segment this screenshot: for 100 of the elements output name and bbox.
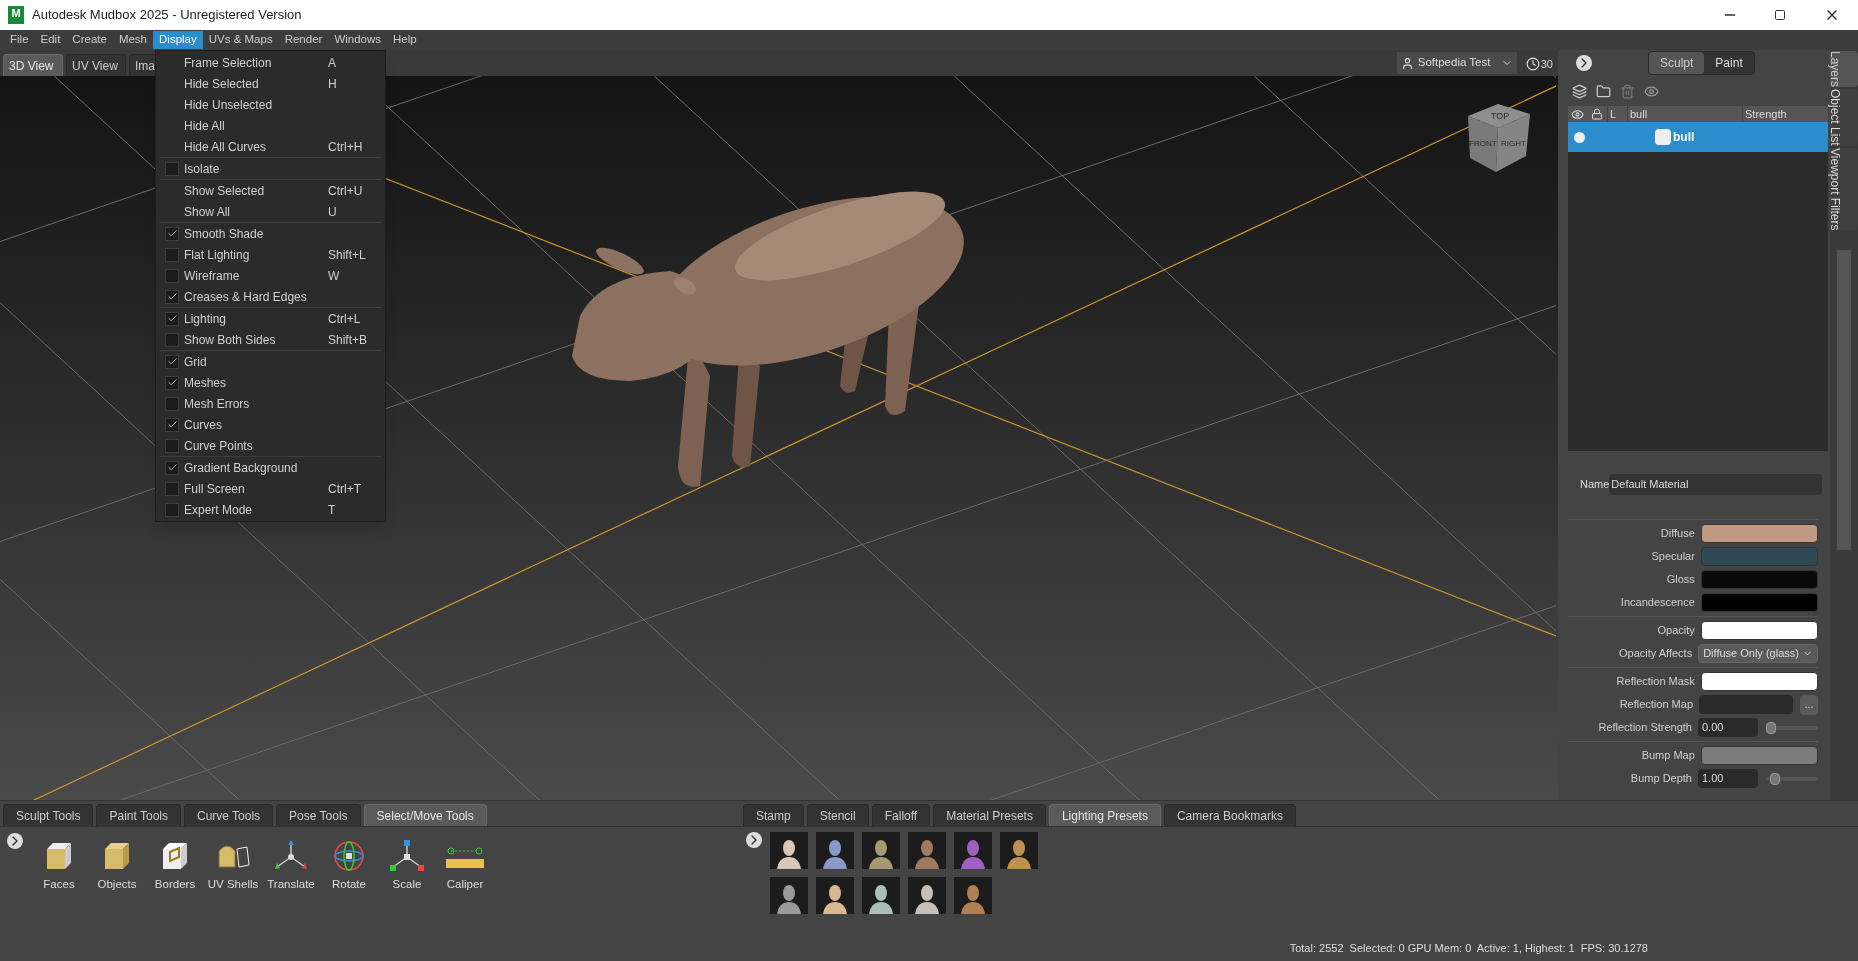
- color-swatch[interactable]: [1700, 621, 1818, 640]
- tab[interactable]: Sculpt Tools: [3, 804, 94, 826]
- menu-item[interactable]: File: [4, 31, 35, 49]
- tab[interactable]: Curve Tools: [183, 804, 274, 826]
- tool-button[interactable]: Scale: [385, 839, 429, 894]
- checkbox[interactable]: [165, 268, 179, 283]
- side-tab[interactable]: Viewport Filters: [1830, 147, 1858, 231]
- tab[interactable]: Stamp: [743, 804, 804, 826]
- checkbox[interactable]: [165, 481, 179, 496]
- menu-item[interactable]: Edit: [34, 31, 67, 49]
- checkbox[interactable]: [165, 460, 179, 475]
- lighting-preset-thumbnail[interactable]: [862, 877, 900, 914]
- menu-item[interactable]: Hide Selected H: [160, 73, 381, 94]
- menu-item[interactable]: Curve Points: [160, 435, 381, 456]
- checkbox[interactable]: [165, 438, 179, 453]
- scrollbar[interactable]: [1837, 250, 1851, 551]
- tab[interactable]: Falloff: [871, 804, 931, 826]
- menu-item[interactable]: Lighting Ctrl+L: [160, 308, 381, 329]
- checkbox[interactable]: [165, 311, 179, 326]
- lighting-preset-thumbnail[interactable]: [816, 832, 854, 869]
- checkbox[interactable]: [165, 354, 179, 369]
- expand-icon[interactable]: [1576, 55, 1592, 71]
- lighting-preset-thumbnail[interactable]: [908, 832, 946, 869]
- tab[interactable]: Camera Bookmarks: [1163, 804, 1296, 826]
- color-swatch[interactable]: [1700, 593, 1818, 612]
- menu-item[interactable]: Show All U: [160, 201, 381, 222]
- menu-item[interactable]: UVs & Maps: [202, 31, 279, 49]
- side-tab[interactable]: Object List: [1830, 89, 1858, 146]
- menu-item[interactable]: Flat Lighting Shift+L: [160, 244, 381, 265]
- value-field[interactable]: 0.00: [1698, 718, 1758, 737]
- menu-item[interactable]: Full Screen Ctrl+T: [160, 478, 381, 499]
- user-dropdown[interactable]: Softpedia Test: [1396, 52, 1517, 74]
- tab[interactable]: UV View: [66, 54, 126, 76]
- name-field[interactable]: Default Material: [1609, 473, 1823, 495]
- value-field[interactable]: 1.00: [1698, 769, 1758, 788]
- color-swatch[interactable]: [1700, 524, 1818, 543]
- tool-button[interactable]: Faces: [37, 839, 81, 894]
- menu-item[interactable]: Mesh Errors: [160, 393, 381, 414]
- checkbox[interactable]: [165, 332, 179, 347]
- side-tab[interactable]: Layers: [1830, 51, 1858, 88]
- expand-icon[interactable]: [7, 833, 23, 849]
- color-swatch[interactable]: [1700, 672, 1818, 691]
- tab[interactable]: Paint Tools: [96, 804, 181, 826]
- menu-item[interactable]: Grid: [160, 351, 381, 372]
- tab[interactable]: 3D View: [3, 54, 63, 76]
- menu-item[interactable]: Gradient Background: [160, 457, 381, 478]
- folder-icon[interactable]: [1596, 83, 1611, 99]
- lighting-preset-thumbnail[interactable]: [908, 877, 946, 914]
- lighting-preset-thumbnail[interactable]: [954, 832, 992, 869]
- menu-item[interactable]: Render: [278, 31, 329, 49]
- menu-item[interactable]: Hide Unselected: [160, 94, 381, 115]
- color-swatch[interactable]: [1700, 746, 1818, 765]
- tab[interactable]: Pose Tools: [276, 804, 361, 826]
- menu-item[interactable]: Isolate: [160, 158, 381, 179]
- menu-item[interactable]: Wireframe W: [160, 265, 381, 286]
- tool-button[interactable]: Objects: [95, 839, 139, 894]
- tab[interactable]: Lighting Presets: [1048, 804, 1161, 826]
- lighting-preset-thumbnail[interactable]: [816, 877, 854, 914]
- mode-tab[interactable]: Sculpt: [1649, 52, 1705, 74]
- tool-button[interactable]: Caliper: [443, 839, 487, 894]
- lighting-preset-thumbnail[interactable]: [862, 832, 900, 869]
- tab[interactable]: Stencil: [806, 804, 869, 826]
- checkbox[interactable]: [165, 226, 179, 241]
- menu-item[interactable]: Show Both Sides Shift+B: [160, 329, 381, 350]
- menu-item[interactable]: Frame Selection A: [160, 52, 381, 73]
- tab[interactable]: Select/Move Tools: [363, 804, 487, 826]
- expand-icon[interactable]: [746, 832, 762, 848]
- menu-item[interactable]: Display: [153, 31, 203, 49]
- browse-button[interactable]: ...: [1800, 694, 1818, 715]
- menu-item[interactable]: Windows: [328, 31, 388, 49]
- menu-item[interactable]: Hide All: [160, 115, 381, 136]
- dropdown[interactable]: Diffuse Only (glass): [1698, 644, 1818, 663]
- menu-item[interactable]: Show Selected Ctrl+U: [160, 180, 381, 201]
- slider-thumb[interactable]: [1766, 721, 1776, 734]
- menu-item[interactable]: Smooth Shade: [160, 223, 381, 244]
- tool-button[interactable]: Translate: [269, 839, 313, 894]
- checkbox[interactable]: [165, 375, 179, 390]
- slider-thumb[interactable]: [1770, 772, 1781, 785]
- layer-row[interactable]: bull: [1568, 122, 1828, 152]
- eye-icon[interactable]: [1644, 83, 1659, 99]
- lighting-preset-thumbnail[interactable]: [1000, 832, 1038, 869]
- tab[interactable]: Material Presets: [933, 804, 1046, 826]
- color-swatch[interactable]: [1700, 570, 1818, 589]
- menu-item[interactable]: Meshes: [160, 372, 381, 393]
- checkbox[interactable]: [165, 502, 179, 517]
- menu-item[interactable]: Expert Mode T: [160, 499, 381, 520]
- lighting-preset-thumbnail[interactable]: [770, 832, 808, 869]
- maximize-icon[interactable]: [1774, 9, 1786, 21]
- lighting-preset-thumbnail[interactable]: [954, 877, 992, 914]
- tool-button[interactable]: Rotate: [327, 839, 371, 894]
- menu-item[interactable]: Create: [66, 31, 113, 49]
- lighting-preset-thumbnail[interactable]: [770, 877, 808, 914]
- color-swatch[interactable]: [1700, 547, 1818, 566]
- map-field[interactable]: [1699, 695, 1793, 714]
- mode-tab[interactable]: Paint: [1704, 52, 1754, 74]
- menu-item[interactable]: Creases & Hard Edges: [160, 286, 381, 307]
- layers-icon[interactable]: [1572, 83, 1587, 99]
- menu-item[interactable]: Hide All Curves Ctrl+H: [160, 136, 381, 157]
- menu-item[interactable]: Mesh: [112, 31, 153, 49]
- checkbox[interactable]: [165, 396, 179, 411]
